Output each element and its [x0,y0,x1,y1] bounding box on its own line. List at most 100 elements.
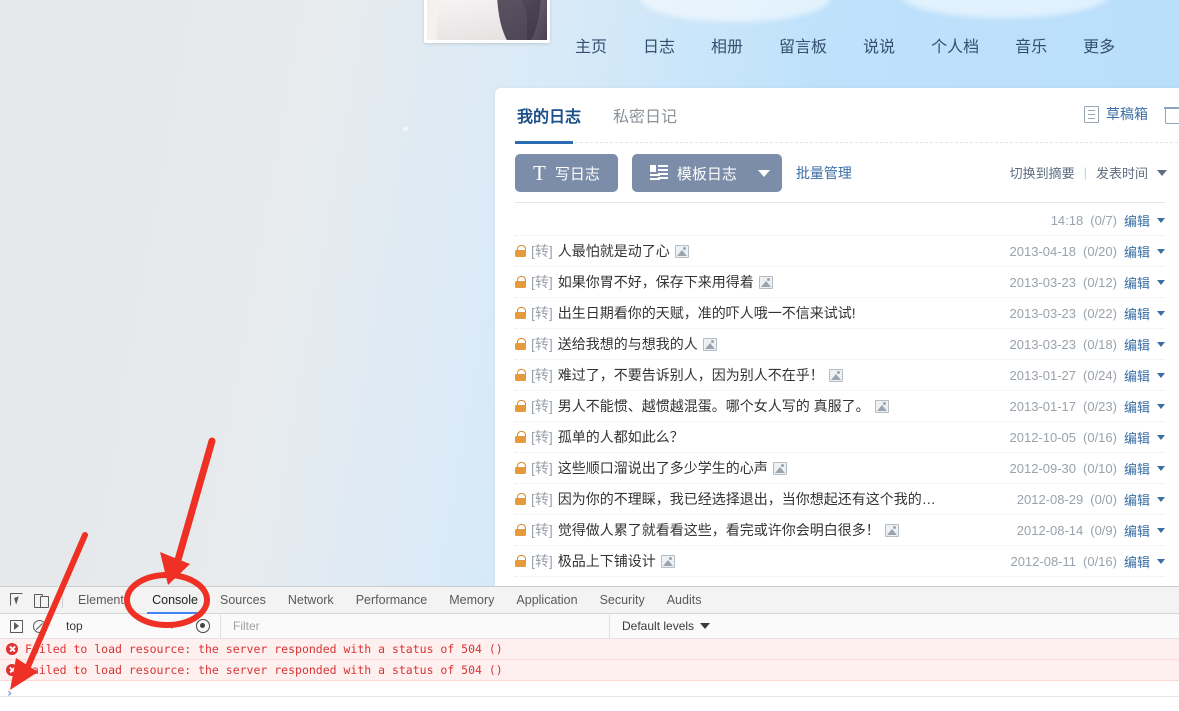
entry-title[interactable]: 极品上下铺设计 [558,551,656,571]
template-blog-button[interactable]: 模板日志 [631,154,782,192]
chevron-down-icon[interactable] [1157,496,1165,502]
chevron-down-icon[interactable] [1157,310,1165,316]
table-row[interactable]: [转] 极品上下铺设计 2012-08-11 (0/16) 编辑 [515,546,1165,577]
row-edit-link[interactable]: 编辑 [1124,304,1150,323]
chevron-down-icon[interactable] [1157,372,1165,378]
entry-title[interactable]: 孤单的人都如此么？ [558,427,684,447]
image-attachment-icon [660,554,675,568]
inspect-element-icon[interactable] [10,593,24,607]
entry-title[interactable]: 人最怕就是动了心 [558,241,670,261]
chevron-down-icon[interactable] [1157,465,1165,471]
table-row[interactable]: [转] 送给我想的与想我的人 2013-03-23 (0/18) 编辑 [515,329,1165,360]
row-meta: 2013-01-27 (0/24) 编辑 [1010,366,1165,385]
avatar[interactable] [424,0,550,43]
chevron-down-icon[interactable] [1157,558,1165,564]
entry-title[interactable]: 男人不能惯、越惯越混蛋。哪个女人写的 真服了。 [558,396,870,416]
tab-security[interactable]: Security [589,587,656,614]
tab-performance[interactable]: Performance [345,587,439,614]
nav-music[interactable]: 音乐 [1015,33,1047,57]
batch-manage-link[interactable]: 批量管理 [796,163,852,183]
tab-my-blog[interactable]: 我的日志 [517,103,581,130]
row-edit-link[interactable]: 编辑 [1124,211,1150,230]
list-divider [515,202,1165,203]
row-edit-link[interactable]: 编辑 [1124,459,1150,478]
tab-application[interactable]: Application [505,587,588,614]
entry-title[interactable]: 送给我想的与想我的人 [558,334,698,354]
nav-profile[interactable]: 个人档 [931,33,979,57]
nav-more[interactable]: 更多 [1083,33,1115,57]
console-input-prompt[interactable]: › [0,681,1179,705]
tab-private-diary[interactable]: 私密日记 [613,103,677,130]
chevron-down-icon[interactable] [1157,169,1167,176]
console-sidebar-icon[interactable] [10,619,23,633]
tab-memory[interactable]: Memory [438,587,505,614]
row-edit-link[interactable]: 编辑 [1124,335,1150,354]
table-row[interactable]: [转] 男人不能惯、越惯越混蛋。哪个女人写的 真服了。 2013-01-17 (0/2… [515,391,1165,422]
reposted-tag: [转] [531,305,553,321]
clear-console-icon[interactable] [33,619,46,633]
chevron-down-icon[interactable] [1157,279,1165,285]
sort-by-publish-time[interactable]: 发表时间 [1096,163,1148,182]
entry-title[interactable]: 觉得做人累了就看看这些，看完或许你会明白很多！ [558,520,880,540]
tab-console[interactable]: Console [141,587,209,614]
trash-icon[interactable] [1164,105,1179,124]
entry-title[interactable]: 难过了，不要告诉别人，因为别人不在乎！ [558,365,824,385]
devtools-left-icons [0,593,58,608]
log-levels-select[interactable]: Default levels [610,619,722,633]
nav-shuoshuo[interactable]: 说说 [863,33,895,57]
tab-elements[interactable]: Elements [67,587,141,614]
row-edit-link[interactable]: 编辑 [1124,552,1150,571]
nav-guestbook[interactable]: 留言板 [779,33,827,57]
options-separator: | [1083,165,1087,180]
eye-icon[interactable] [196,619,210,633]
switch-to-summary-link[interactable]: 切换到摘要 [1010,163,1075,182]
table-row[interactable]: [转] 如果你胃不好，保存下来用得着 2013-03-23 (0/12) 编辑 [515,267,1165,298]
console-error-message[interactable]: Failed to load resource: the server resp… [0,639,1179,660]
avatar-photo [427,0,547,40]
chevron-down-icon[interactable] [1157,341,1165,347]
entry-title[interactable]: 这些顺口溜说出了多少学生的心声 [558,458,768,478]
row-edit-link[interactable]: 编辑 [1124,242,1150,261]
tab-network[interactable]: Network [277,587,345,614]
table-row[interactable]: [转] 人最怕就是动了心 2013-04-18 (0/20) 编辑 [515,236,1165,267]
prompt-caret: › [6,686,14,700]
table-row[interactable]: [转] 这些顺口溜说出了多少学生的心声 2012-09-30 (0/10) 编辑 [515,453,1165,484]
tab-audits[interactable]: Audits [656,587,713,614]
execution-context-select[interactable]: top [56,619,186,633]
nav-album[interactable]: 相册 [711,33,743,57]
row-edit-link[interactable]: 编辑 [1124,490,1150,509]
row-edit-link[interactable]: 编辑 [1124,428,1150,447]
chevron-down-icon[interactable] [1157,403,1165,409]
chevron-down-icon[interactable] [1157,248,1165,254]
write-blog-button[interactable]: T 写日志 [515,154,618,192]
entry-title[interactable]: 因为你的不理睬，我已经选择退出，当你想起还有这个我的… [558,489,936,509]
table-row[interactable]: [转] 因为你的不理睬，我已经选择退出，当你想起还有这个我的… 2012-08-29… [515,484,1165,515]
nav-home[interactable]: 主页 [575,33,607,57]
table-row[interactable]: [转] 出生日期看你的天赋，准的吓人哦一不信来试试! 2013-03-23 (0/22… [515,298,1165,329]
error-icon [6,643,18,655]
entry-title[interactable]: 如果你胃不好，保存下来用得着 [558,272,754,292]
cloud-decoration [900,0,1110,18]
row-edit-link[interactable]: 编辑 [1124,273,1150,292]
chevron-down-icon[interactable] [1157,217,1165,223]
chevron-down-icon[interactable] [1157,434,1165,440]
entry-count: (0/16) [1083,429,1117,445]
draft-box-button[interactable]: 草稿箱 [1084,104,1148,124]
row-edit-link[interactable]: 编辑 [1124,397,1150,416]
tab-sources[interactable]: Sources [209,587,277,614]
filter-input[interactable]: Filter [220,613,610,639]
table-row[interactable]: [转] 难过了，不要告诉别人，因为别人不在乎！ 2013-01-27 (0/24) 编辑 [515,360,1165,391]
table-row[interactable]: [转] 觉得做人累了就看看这些，看完或许你会明白很多！ 2012-08-14 (0/9… [515,515,1165,546]
console-error-message[interactable]: Failed to load resource: the server resp… [0,660,1179,681]
row-edit-link[interactable]: 编辑 [1124,366,1150,385]
table-row[interactable]: [转] 孤单的人都如此么？ 2012-10-05 (0/16) 编辑 [515,422,1165,453]
row-edit-link[interactable]: 编辑 [1124,521,1150,540]
chevron-down-icon[interactable] [1157,527,1165,533]
entry-title[interactable]: 出生日期看你的天赋，准的吓人哦一不信来试试! [558,303,856,323]
entry-date: 2012-08-14 [1016,522,1084,538]
entry-rows: [转] 人最怕就是动了心 2013-04-18 (0/20) 编辑 [转] 如果你胃不好，保… [515,236,1165,577]
lock-icon [515,338,526,350]
entry-count: (0/12) [1083,274,1117,290]
device-toolbar-icon[interactable] [34,593,49,608]
nav-blog[interactable]: 日志 [643,33,675,57]
